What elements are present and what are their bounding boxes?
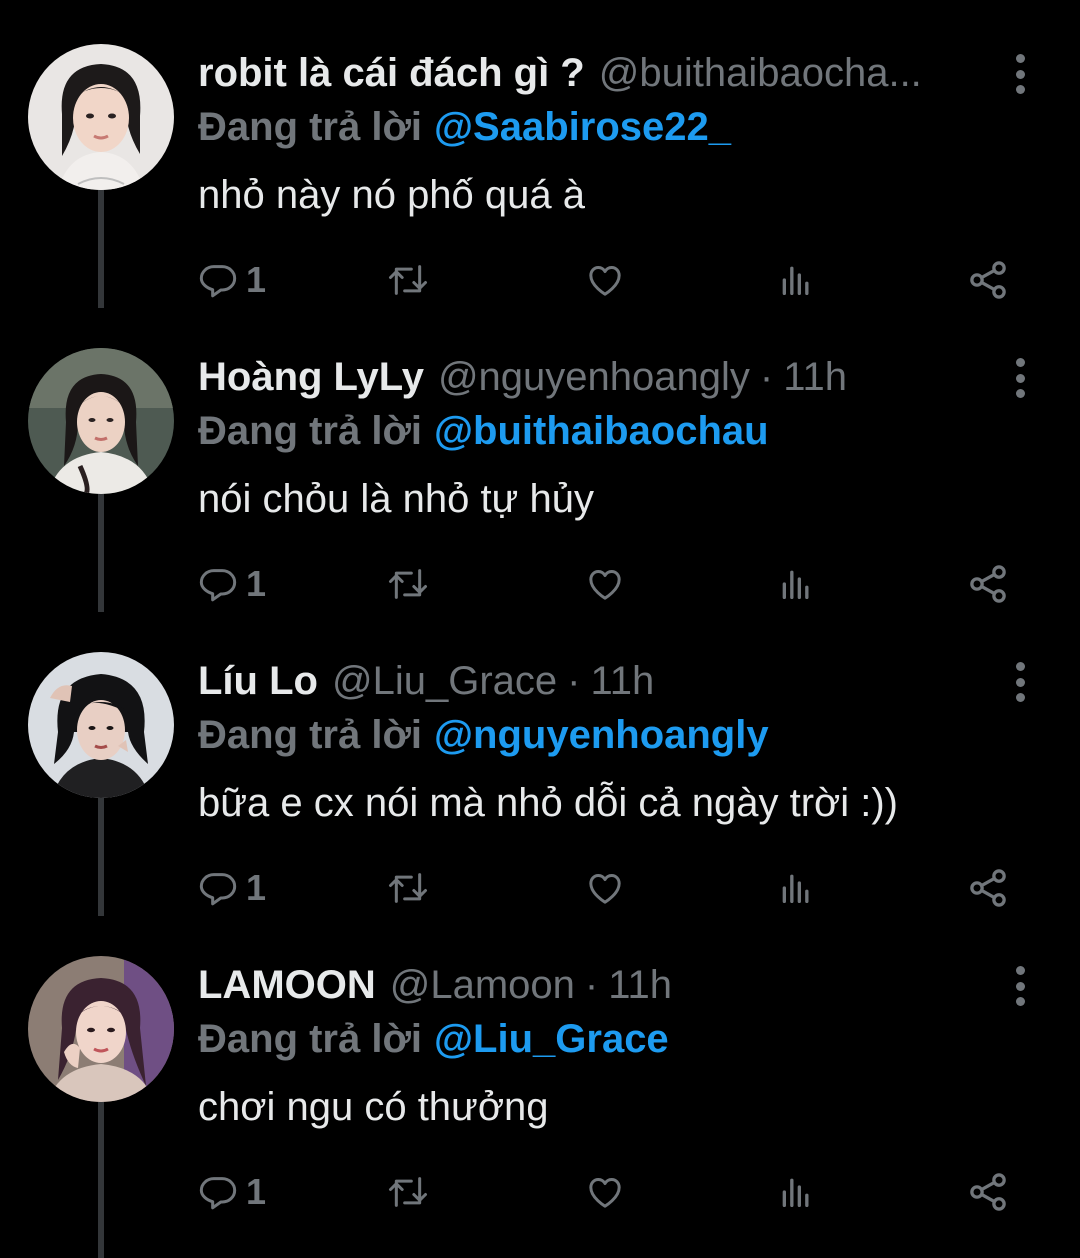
- replying-to-label: Đang trả lời: [198, 409, 423, 453]
- replying-to: Đang trả lời @nguyenhoangly: [198, 710, 769, 760]
- reply-icon: [198, 1172, 238, 1212]
- avatar[interactable]: [28, 44, 174, 190]
- tweet[interactable]: LAMOON @Lamoon · 11h Đang trả lời @Liu_Grace…: [0, 912, 1080, 1258]
- tweet[interactable]: robit là cái đách gì ? @buithaibaocha... …: [0, 0, 1080, 308]
- more-options-icon[interactable]: [1002, 358, 1038, 398]
- share-button[interactable]: [966, 858, 1010, 918]
- reply-target-link[interactable]: @nguyenhoangly: [434, 713, 769, 757]
- display-name[interactable]: Hoàng LyLy: [198, 355, 424, 399]
- reply-button[interactable]: 1: [198, 250, 266, 310]
- views-button[interactable]: [776, 858, 816, 918]
- share-icon: [966, 1170, 1010, 1214]
- action-bar: 1: [198, 1162, 1018, 1222]
- tweet-text: nói chỏu là nhỏ tự hủy: [198, 477, 594, 521]
- retweet-icon: [386, 868, 430, 908]
- user-handle[interactable]: @nguyenhoangly: [438, 355, 750, 399]
- retweet-icon: [386, 564, 430, 604]
- tweet-header: robit là cái đách gì ? @buithaibaocha...: [198, 48, 984, 98]
- user-handle[interactable]: @buithaibaocha...: [599, 51, 922, 95]
- share-icon: [966, 258, 1010, 302]
- retweet-icon: [386, 1172, 430, 1212]
- tweet[interactable]: Líu Lo @Liu_Grace · 11h Đang trả lời @nguyen…: [0, 608, 1080, 916]
- tweet-text: chơi ngu có thưởng: [198, 1085, 549, 1129]
- thread-connector-line: [98, 1102, 104, 1258]
- user-handle[interactable]: @Liu_Grace: [332, 659, 557, 703]
- retweet-button[interactable]: [386, 554, 430, 614]
- retweet-button[interactable]: [386, 1162, 430, 1222]
- reply-button[interactable]: 1: [198, 1162, 266, 1222]
- action-bar: 1: [198, 858, 1018, 918]
- tweet[interactable]: Hoàng LyLy @nguyenhoangly · 11h Đang trả lờ…: [0, 304, 1080, 612]
- views-icon: [776, 260, 816, 300]
- replying-to: Đang trả lời @Liu_Grace: [198, 1014, 669, 1064]
- views-icon: [776, 1172, 816, 1212]
- tweet-text: bữa e cx nói mà nhỏ dỗi cả ngày trời :)): [198, 781, 898, 825]
- views-icon: [776, 868, 816, 908]
- display-name[interactable]: robit là cái đách gì ?: [198, 51, 585, 95]
- replying-to: Đang trả lời @buithaibaochau: [198, 406, 769, 456]
- tweet-time[interactable]: 11h: [590, 659, 654, 703]
- thread-connector-line: [98, 798, 104, 916]
- like-icon: [584, 1172, 626, 1212]
- avatar[interactable]: [28, 652, 174, 798]
- tweet-time[interactable]: 11h: [783, 355, 847, 399]
- reply-target-link[interactable]: @Saabirose22_: [434, 105, 731, 149]
- tweet-header: LAMOON @Lamoon · 11h: [198, 960, 984, 1010]
- reply-count: 1: [246, 1171, 267, 1212]
- like-button[interactable]: [584, 858, 626, 918]
- display-name[interactable]: LAMOON: [198, 963, 376, 1007]
- share-icon: [966, 562, 1010, 606]
- views-button[interactable]: [776, 250, 816, 310]
- retweet-button[interactable]: [386, 250, 430, 310]
- reply-icon: [198, 868, 238, 908]
- avatar[interactable]: [28, 348, 174, 494]
- more-options-icon[interactable]: [1002, 662, 1038, 702]
- retweet-button[interactable]: [386, 858, 430, 918]
- reply-count: 1: [246, 867, 267, 908]
- share-button[interactable]: [966, 554, 1010, 614]
- more-options-icon[interactable]: [1002, 966, 1038, 1006]
- tweet-header: Hoàng LyLy @nguyenhoangly · 11h: [198, 352, 984, 402]
- replying-to-label: Đang trả lời: [198, 105, 423, 149]
- separator-dot: ·: [759, 355, 774, 399]
- like-icon: [584, 260, 626, 300]
- user-handle[interactable]: @Lamoon: [390, 963, 575, 1007]
- reply-icon: [198, 260, 238, 300]
- share-button[interactable]: [966, 250, 1010, 310]
- share-button[interactable]: [966, 1162, 1010, 1222]
- avatar[interactable]: [28, 956, 174, 1102]
- views-button[interactable]: [776, 1162, 816, 1222]
- action-bar: 1: [198, 250, 1018, 310]
- tweet-header: Líu Lo @Liu_Grace · 11h: [198, 656, 984, 706]
- separator-dot: ·: [584, 963, 599, 1007]
- thread-connector-line: [98, 494, 104, 612]
- tweet-text: nhỏ này nó phố quá à: [198, 173, 586, 217]
- like-icon: [584, 564, 626, 604]
- display-name[interactable]: Líu Lo: [198, 659, 318, 703]
- share-icon: [966, 866, 1010, 910]
- action-bar: 1: [198, 554, 1018, 614]
- like-button[interactable]: [584, 554, 626, 614]
- separator-dot: ·: [567, 659, 581, 703]
- reply-target-link[interactable]: @Liu_Grace: [434, 1017, 669, 1061]
- replying-to-label: Đang trả lời: [198, 713, 423, 757]
- views-button[interactable]: [776, 554, 816, 614]
- replying-to: Đang trả lời @Saabirose22_: [198, 102, 731, 152]
- retweet-icon: [386, 260, 430, 300]
- like-icon: [584, 868, 626, 908]
- reply-count: 1: [246, 563, 267, 604]
- more-options-icon[interactable]: [1002, 54, 1038, 94]
- reply-count: 1: [246, 259, 267, 300]
- reply-target-link[interactable]: @buithaibaochau: [434, 409, 769, 453]
- reply-button[interactable]: 1: [198, 554, 266, 614]
- tweet-time[interactable]: 11h: [608, 963, 672, 1007]
- replying-to-label: Đang trả lời: [198, 1017, 423, 1061]
- thread-connector-line: [98, 190, 104, 308]
- views-icon: [776, 564, 816, 604]
- like-button[interactable]: [584, 1162, 626, 1222]
- reply-thread: robit là cái đách gì ? @buithaibaocha... …: [0, 0, 1080, 1258]
- reply-icon: [198, 564, 238, 604]
- like-button[interactable]: [584, 250, 626, 310]
- reply-button[interactable]: 1: [198, 858, 266, 918]
